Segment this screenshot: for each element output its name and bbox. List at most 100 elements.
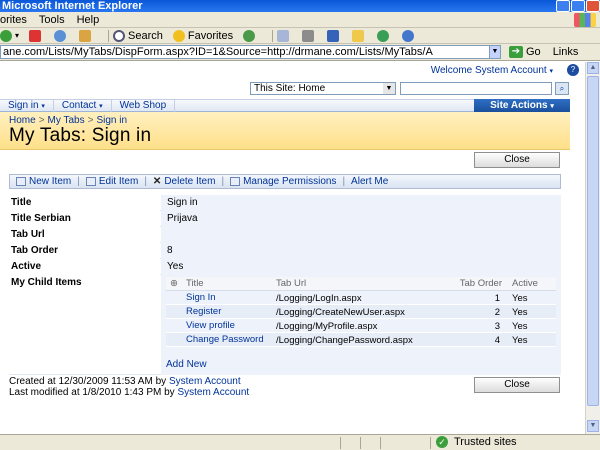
child-item-url: /Logging/CreateNewUser.aspx	[276, 304, 446, 319]
child-items-table: ⊕ Title Tab Url Tab Order Active Sign In…	[166, 277, 556, 347]
security-zone: ✓ Trusted sites	[436, 436, 517, 448]
child-item-order: 3	[446, 318, 506, 333]
search-icon: ⌕	[559, 84, 565, 93]
site-search: This Site: Home ▼ ⌕	[250, 82, 569, 95]
menu-tools[interactable]: Tools	[39, 14, 65, 26]
favorites-button[interactable]: Favorites	[172, 29, 233, 42]
forward-arrow-icon	[0, 29, 12, 42]
welcome-menu[interactable]: Welcome System Account ▾	[431, 65, 553, 76]
vertical-scrollbar[interactable]: ▲ ▼	[585, 62, 600, 434]
child-item-active: Yes	[506, 332, 556, 347]
child-item-url: /Logging/ChangePassword.aspx	[276, 332, 446, 347]
windows-logo-icon	[574, 13, 596, 27]
nav-web-shop[interactable]: Web Shop	[112, 99, 176, 112]
edit-button[interactable]	[327, 29, 342, 42]
modified-info: Last modified at 1/8/2010 1:43 PM by Sys…	[9, 387, 250, 398]
page-viewport: Welcome System Account ▾ ? This Site: Ho…	[0, 62, 585, 434]
close-button-top[interactable]: Close	[474, 152, 560, 168]
star-icon	[172, 29, 185, 42]
chevron-down-icon: ▾	[550, 103, 554, 110]
field-value: Yes	[161, 259, 561, 275]
created-info: Created at 12/30/2009 11:53 AM by System…	[9, 376, 241, 387]
add-new-child-link[interactable]: Add New	[166, 359, 207, 370]
refresh-button[interactable]	[54, 29, 69, 42]
new-item-button[interactable]: New Item	[10, 176, 77, 187]
research-button[interactable]	[402, 29, 417, 42]
refresh-icon	[54, 29, 67, 42]
folder-icon	[352, 29, 365, 42]
column-header-tab-url[interactable]: Tab Url	[276, 277, 446, 291]
nav-contact[interactable]: Contact ▾	[54, 99, 112, 112]
child-item-url: /Logging/LogIn.aspx	[276, 290, 446, 305]
messenger-button[interactable]	[377, 29, 392, 42]
table-row: Change Password /Logging/ChangePassword.…	[166, 332, 556, 347]
maximize-button[interactable]	[571, 0, 585, 12]
field-value	[161, 227, 561, 243]
field-label: My Child Items	[11, 277, 82, 288]
mail-button[interactable]	[277, 29, 292, 42]
search-go-button[interactable]: ⌕	[555, 82, 569, 95]
minimize-button[interactable]	[556, 0, 570, 12]
child-item-title-link[interactable]: Sign In	[166, 290, 276, 305]
child-item-title-link[interactable]: View profile	[166, 318, 276, 333]
stop-button[interactable]	[29, 29, 44, 42]
modified-by-link[interactable]: System Account	[177, 387, 249, 398]
links-button[interactable]: Links	[553, 46, 579, 58]
top-navigation: Sign in ▾ Contact ▾ Web Shop Site Action…	[0, 99, 570, 112]
alert-me-button[interactable]: Alert Me	[345, 176, 394, 187]
chevron-down-icon: ▼	[383, 83, 395, 94]
go-button[interactable]: ➔ Go	[509, 46, 541, 58]
child-item-title-link[interactable]: Change Password	[166, 332, 276, 347]
menu-favorites[interactable]: orites	[0, 14, 27, 26]
delete-item-button[interactable]: ✕ Delete Item	[147, 176, 222, 187]
item-toolbar: New Item | Edit Item | ✕ Delete Item | Manag…	[9, 174, 561, 189]
home-button[interactable]	[79, 29, 94, 42]
close-button-bottom[interactable]: Close	[474, 377, 560, 393]
nav-sign-in[interactable]: Sign in ▾	[0, 99, 54, 112]
field-value: Prijava	[161, 211, 561, 227]
column-header-tab-order[interactable]: Tab Order	[446, 277, 506, 291]
scroll-up-icon[interactable]: ▲	[587, 62, 599, 74]
forward-button[interactable]: ▾	[0, 29, 19, 42]
attachment-column-icon[interactable]: ⊕	[166, 277, 186, 291]
menu-help[interactable]: Help	[77, 14, 100, 26]
scrollbar-thumb[interactable]	[587, 76, 599, 406]
chevron-down-icon: ▾	[41, 102, 45, 110]
address-input[interactable]: ane.com/Lists/MyTabs/DispForm.aspx?ID=1&…	[0, 45, 490, 59]
child-item-active: Yes	[506, 304, 556, 319]
child-item-order: 2	[446, 304, 506, 319]
child-item-title-link[interactable]: Register	[166, 304, 276, 319]
research-icon	[402, 29, 415, 42]
address-bar: ane.com/Lists/MyTabs/DispForm.aspx?ID=1&…	[0, 44, 600, 61]
history-button[interactable]	[243, 29, 258, 42]
print-button[interactable]	[302, 29, 317, 42]
field-label: Tab Order	[9, 243, 160, 259]
created-by-link[interactable]: System Account	[169, 376, 241, 387]
window-titlebar: Microsoft Internet Explorer	[0, 0, 600, 12]
field-label: Title	[9, 195, 160, 211]
child-item-url: /Logging/MyProfile.aspx	[276, 318, 446, 333]
history-icon	[243, 29, 256, 42]
column-header-active[interactable]: Active	[506, 277, 556, 291]
item-display-form: Title Sign in Title Serbian Prijava Tab …	[9, 195, 561, 375]
search-button[interactable]: Search	[113, 29, 163, 42]
search-input[interactable]	[400, 82, 552, 95]
address-dropdown-icon[interactable]: ▼	[489, 45, 501, 59]
child-item-order: 4	[446, 332, 506, 347]
search-scope-select[interactable]: This Site: Home ▼	[250, 82, 396, 95]
site-actions-menu[interactable]: Site Actions ▾	[474, 99, 570, 112]
scroll-down-icon[interactable]: ▼	[587, 420, 599, 432]
close-window-button[interactable]	[586, 0, 600, 12]
window-title: Microsoft Internet Explorer	[2, 0, 143, 12]
field-row-child-items: My Child Items ⊕ Title Tab Url Tab Order…	[9, 275, 561, 375]
messenger-icon	[377, 29, 390, 42]
field-value: Sign in	[161, 195, 561, 211]
manage-permissions-button[interactable]: Manage Permissions	[224, 176, 342, 187]
menu-bar: orites Tools Help	[0, 12, 600, 28]
column-header-title[interactable]: Title	[186, 277, 276, 291]
edit-item-button[interactable]: Edit Item	[80, 176, 144, 187]
help-icon[interactable]: ?	[567, 64, 579, 76]
folder-button[interactable]	[352, 29, 367, 42]
mail-icon	[277, 29, 290, 42]
new-item-icon	[16, 177, 26, 186]
